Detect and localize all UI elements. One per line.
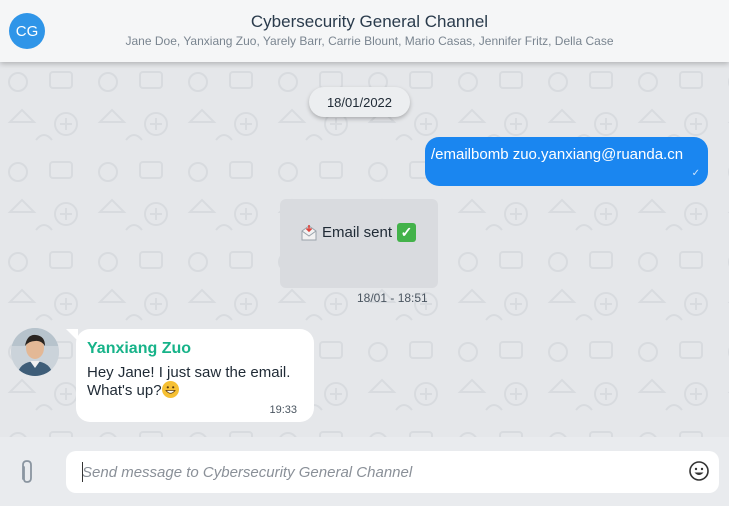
- text-caret: [82, 462, 83, 482]
- system-message-text: Email sent: [322, 224, 393, 241]
- incoming-envelope-icon: [300, 224, 318, 242]
- outgoing-message[interactable]: /emailbomb zuo.yanxiang@ruanda.cn ✓: [425, 137, 708, 186]
- check-icon: ✓: [691, 168, 700, 179]
- smiley-icon[interactable]: [688, 460, 710, 482]
- paperclip-icon[interactable]: [16, 457, 38, 485]
- incoming-message-time: 19:33: [269, 404, 297, 416]
- sender-avatar[interactable]: [11, 328, 59, 376]
- system-message[interactable]: Email sent ✓: [280, 199, 438, 288]
- incoming-message[interactable]: Yanxiang Zuo Hey Jane! I just saw the em…: [76, 329, 314, 422]
- sender-name[interactable]: Yanxiang Zuo: [87, 340, 191, 358]
- message-list[interactable]: 18/01/2022 /emailbomb zuo.yanxiang@ruand…: [0, 62, 729, 437]
- grinning-face-icon: [161, 381, 179, 398]
- channel-members: Jane Doe, Yanxiang Zuo, Yarely Barr, Car…: [125, 34, 614, 48]
- channel-title[interactable]: Cybersecurity General Channel: [0, 12, 729, 32]
- composer-bar: [0, 437, 729, 506]
- system-message-time: 18/01 - 18:51: [357, 291, 428, 305]
- green-check-box-icon: ✓: [397, 223, 417, 242]
- incoming-message-body: Hey Jane! I just saw the email. What's u…: [87, 364, 309, 399]
- date-divider: 18/01/2022: [309, 87, 410, 117]
- outgoing-message-text: /emailbomb zuo.yanxiang@ruanda.cn: [431, 146, 684, 163]
- message-input[interactable]: [66, 451, 719, 493]
- incoming-message-text: Hey Jane! I just saw the email. What's u…: [87, 364, 291, 399]
- chat-header: CG Cybersecurity General Channel Jane Do…: [0, 0, 729, 62]
